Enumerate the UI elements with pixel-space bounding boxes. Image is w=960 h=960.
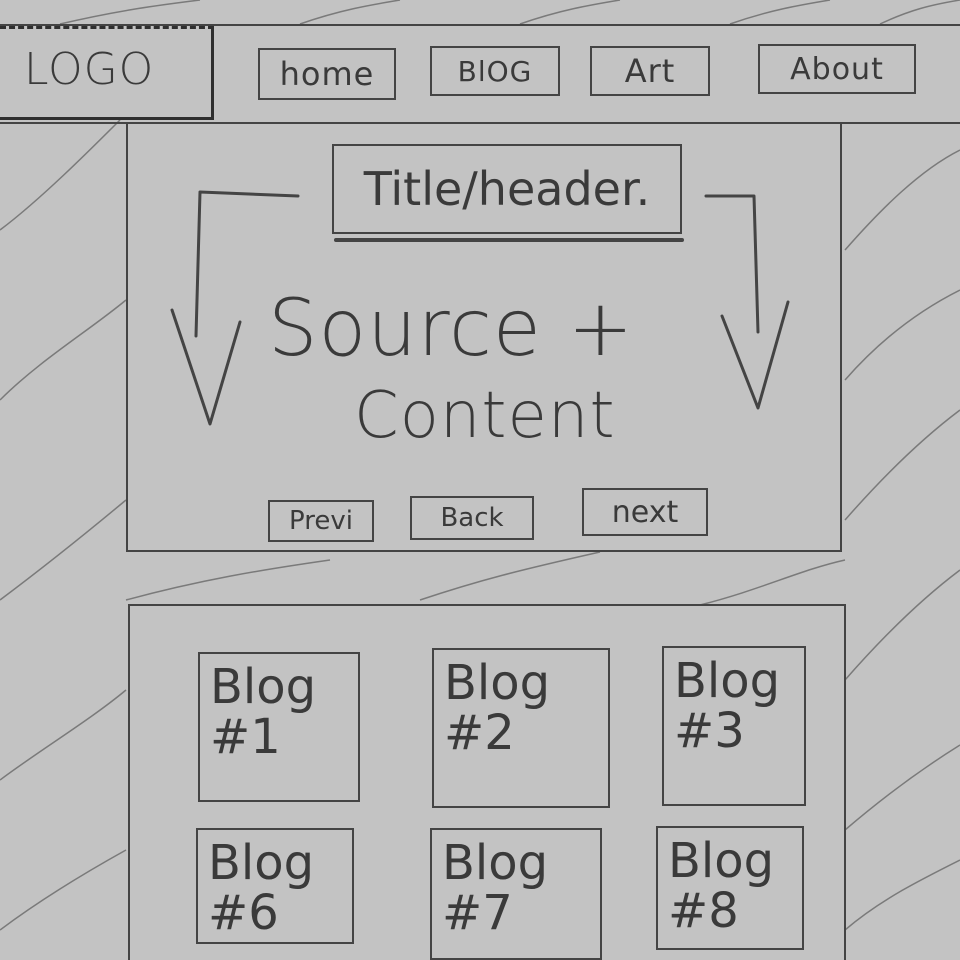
next-button[interactable]: next [582, 488, 708, 536]
previous-button[interactable]: Previ [268, 500, 374, 542]
blog-tile-1[interactable]: Blog #1 [198, 652, 360, 802]
title-underline [334, 238, 684, 242]
blog-tile-label: Blog [674, 653, 781, 709]
content-text-line-2: Content [354, 379, 616, 453]
blog-tile-number: #8 [668, 883, 739, 940]
blog-tile-number: #1 [210, 709, 281, 766]
content-text-line-1: Source + [268, 284, 635, 374]
blog-tile-7[interactable]: Blog #7 [430, 828, 602, 960]
blog-tile-3[interactable]: Blog #3 [662, 646, 806, 806]
nav-home-button[interactable]: home [258, 48, 396, 100]
blog-tile-8[interactable]: Blog #8 [656, 826, 804, 950]
nav-blog-button[interactable]: BlOG [430, 46, 560, 96]
blog-tile-6[interactable]: Blog #6 [196, 828, 354, 944]
nav-about-button[interactable]: About [758, 44, 916, 94]
logo[interactable]: LOGO [24, 44, 154, 95]
blog-tile-number: #6 [208, 885, 279, 942]
blog-tile-number: #3 [674, 703, 745, 760]
back-button[interactable]: Back [410, 496, 534, 540]
blog-tile-label: Blog [210, 659, 317, 715]
blog-tile-number: #7 [442, 885, 513, 942]
blog-tile-label: Blog [668, 833, 775, 889]
blog-tile-label: Blog [444, 655, 551, 711]
nav-art-button[interactable]: Art [590, 46, 710, 96]
blog-tile-label: Blog [208, 835, 315, 891]
blog-tile-2[interactable]: Blog #2 [432, 648, 610, 808]
blog-tile-number: #2 [444, 705, 515, 762]
page-title: Title/header. [332, 144, 682, 234]
blog-tile-label: Blog [442, 835, 549, 891]
